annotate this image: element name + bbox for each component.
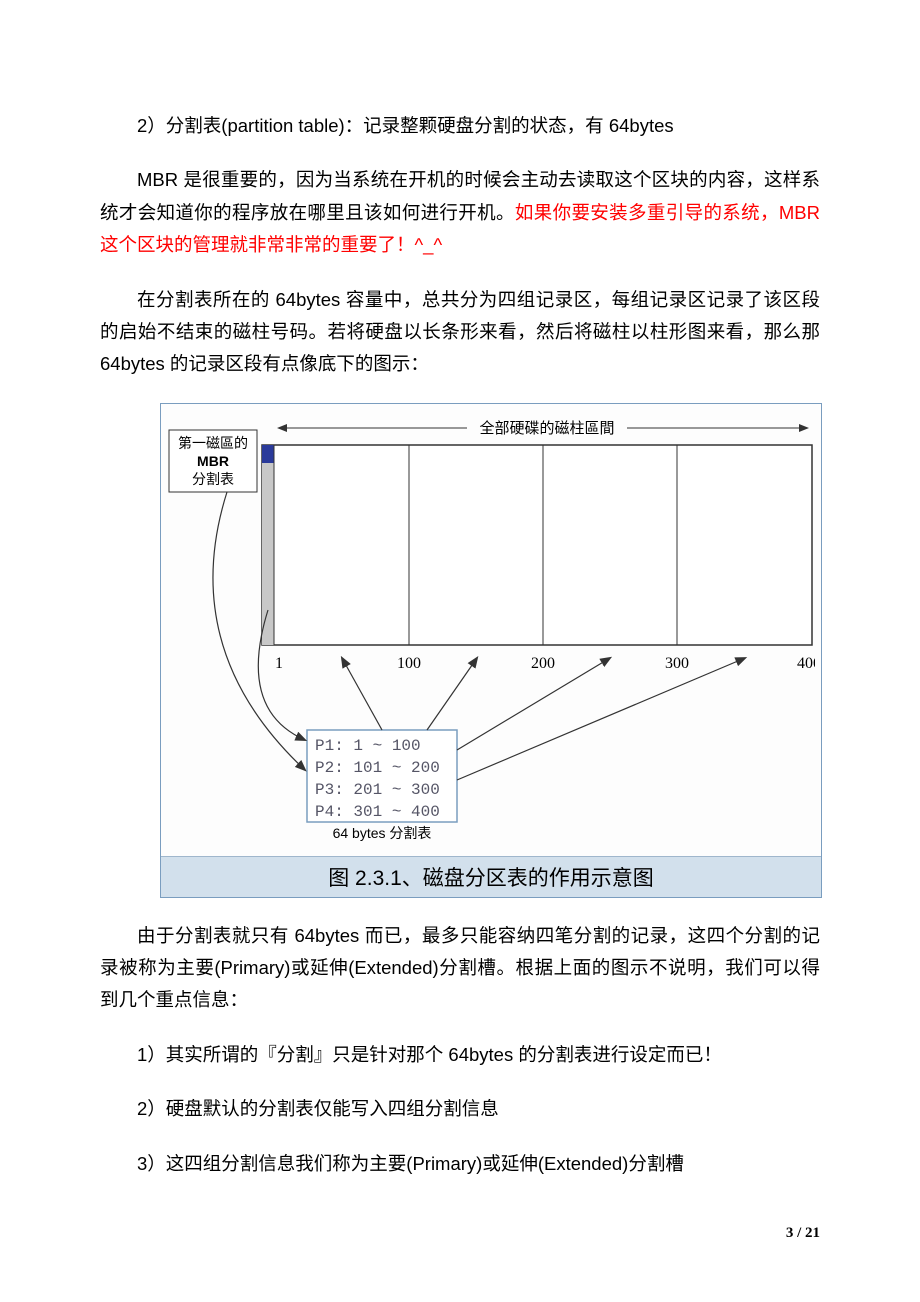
first-sector-line1: 第一磁區的 [178, 435, 248, 451]
page-number: 3 / 21 [786, 1225, 820, 1242]
paragraph-mbr: MBR 是很重要的，因为当系统在开机的时候会主动去读取这个区块的内容，这样系统才… [100, 164, 820, 261]
first-sector-line2: MBR [197, 453, 229, 469]
partition-table-box: P1: 1 ~ 100 P2: 101 ~ 200 P3: 201 ~ 300 … [307, 730, 457, 841]
pt-row-2: P2: 101 ~ 200 [315, 759, 440, 777]
pt-row-1: P1: 1 ~ 100 [315, 737, 421, 755]
arrow-p2 [427, 658, 477, 730]
top-span-text: 全部硬碟的磁柱區間 [479, 419, 614, 437]
tick-400: 400 [797, 655, 815, 672]
tick-200: 200 [531, 655, 555, 672]
paragraph-64bytes-intro: 在分割表所在的 64bytes 容量中，总共分为四组记录区，每组记录区记录了该区… [100, 284, 820, 381]
partition-diagram-svg: 第一磁區的 MBR 分割表 [167, 410, 815, 850]
arrow-p4 [457, 658, 745, 780]
first-sector-label: 第一磁區的 MBR 分割表 [169, 430, 257, 492]
list-item-2: 2）硬盘默认的分割表仅能写入四组分割信息 [100, 1093, 820, 1125]
disk-bar [262, 445, 812, 645]
pt-row-4: P4: 301 ~ 400 [315, 803, 440, 821]
first-sector-line3: 分割表 [192, 471, 234, 487]
paragraph-explain: 由于分割表就只有 64bytes 而已，最多只能容纳四笔分割的记录，这四个分割的… [100, 920, 820, 1017]
list-item-1: 1）其实所谓的『分割』只是针对那个 64bytes 的分割表进行设定而已！ [100, 1039, 820, 1071]
arrow-p1 [342, 658, 382, 730]
tick-1: 1 [275, 655, 283, 672]
figure-container: 第一磁區的 MBR 分割表 [160, 403, 820, 898]
top-span-label: 全部硬碟的磁柱區間 [279, 418, 807, 438]
paragraph-item-2: 2）分割表(partition table)：记录整颗硬盘分割的状态，有 64b… [100, 110, 820, 142]
tick-300: 300 [665, 655, 689, 672]
list-item-3: 3）这四组分割信息我们称为主要(Primary)或延伸(Extended)分割槽 [100, 1148, 820, 1180]
tick-100: 100 [397, 655, 421, 672]
figure-caption: 图 2.3.1、磁盘分区表的作用示意图 [161, 856, 821, 897]
pt-title: 64 bytes 分割表 [333, 825, 432, 841]
document-page: 2）分割表(partition table)：记录整颗硬盘分割的状态，有 64b… [0, 0, 920, 1302]
pt-row-3: P3: 201 ~ 300 [315, 781, 440, 799]
axis-ticks: 1 100 200 300 400 [275, 655, 815, 672]
mbr-block [262, 445, 274, 463]
figure-inner: 第一磁區的 MBR 分割表 [161, 404, 821, 856]
figure-border: 第一磁區的 MBR 分割表 [160, 403, 822, 898]
partition-table-block [262, 463, 274, 645]
